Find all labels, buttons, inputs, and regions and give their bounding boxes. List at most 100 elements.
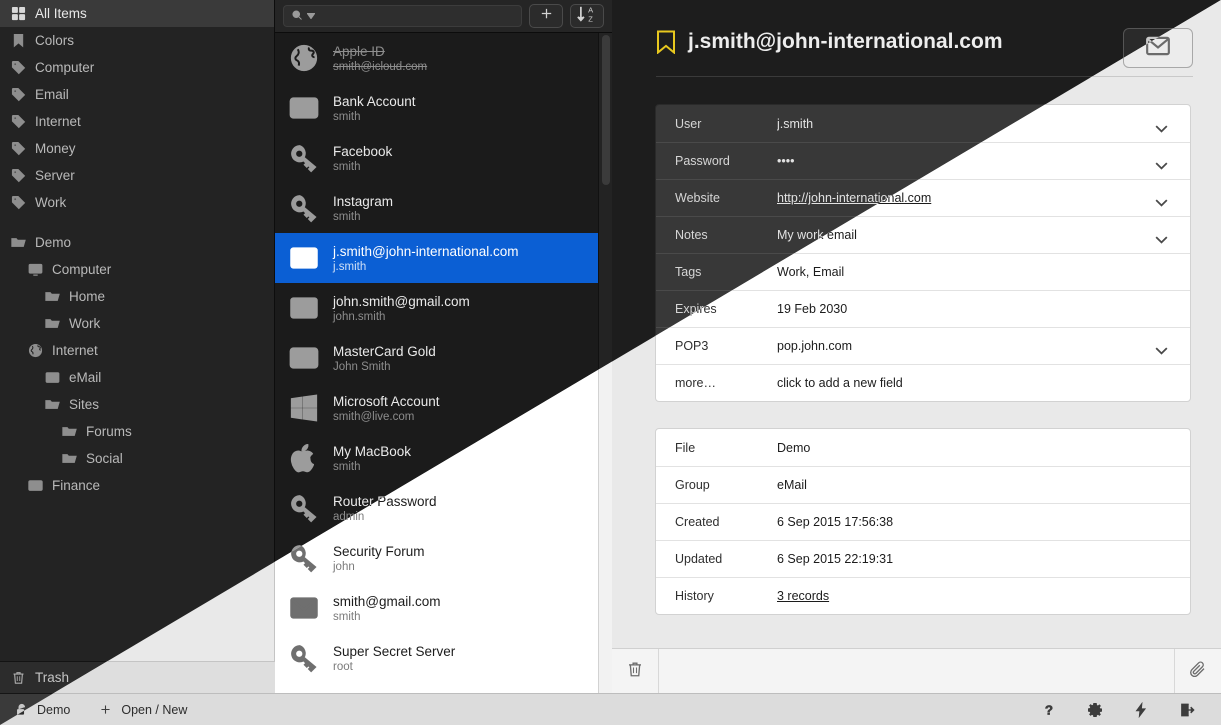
- sidebar-tag-label: Work: [35, 195, 67, 210]
- sidebar-group-label: Work: [69, 316, 101, 331]
- list-item-title: smith@gmail.com: [333, 593, 441, 609]
- sidebar-group-home[interactable]: Home: [0, 283, 274, 310]
- list-item[interactable]: Bank Account smith: [275, 83, 598, 133]
- key-icon: [287, 141, 321, 175]
- attachment-button[interactable]: [1174, 649, 1221, 693]
- search-icon: [291, 9, 303, 24]
- windows-icon: [287, 391, 321, 425]
- sidebar-group-demo[interactable]: Demo: [0, 229, 274, 256]
- bookmark-icon[interactable]: [656, 30, 676, 55]
- envelope-icon: [44, 369, 61, 386]
- sidebar-group-computer[interactable]: Computer: [0, 256, 274, 283]
- sidebar-tag-money[interactable]: Money: [0, 135, 274, 162]
- list-item[interactable]: Security Forum john: [275, 533, 598, 583]
- sidebar-group-internet[interactable]: Internet: [0, 337, 274, 364]
- metadata-value: Demo: [777, 440, 811, 455]
- list-item-title: john.smith@gmail.com: [333, 293, 470, 309]
- gear-icon[interactable]: [1086, 701, 1103, 718]
- chevron-down-icon[interactable]: [1155, 342, 1168, 355]
- list-item-title: Super Secret Server: [333, 643, 456, 659]
- paperclip-icon: [1189, 660, 1207, 683]
- sidebar-group-sites[interactable]: Sites: [0, 391, 274, 418]
- chevron-down-icon[interactable]: [1155, 194, 1168, 207]
- key-icon: [287, 491, 321, 525]
- list-scrollbar-thumb[interactable]: [602, 35, 610, 185]
- list-item-title: Bank Account: [333, 93, 416, 109]
- sidebar-group-social[interactable]: Social: [0, 445, 274, 472]
- folder-icon: [44, 288, 61, 305]
- list-item-subtitle: smith@icloud.com: [333, 60, 428, 73]
- sidebar-group-label: Finance: [52, 478, 101, 493]
- footer-spacer: [659, 649, 1174, 693]
- list-item[interactable]: Super Secret Server root: [275, 633, 598, 683]
- list-item[interactable]: smith@gmail.com smith: [275, 583, 598, 633]
- lightning-icon[interactable]: [1132, 701, 1149, 718]
- folder-icon: [61, 450, 78, 467]
- page-title: j.smith@john-international.com: [688, 30, 1003, 53]
- field-row[interactable]: Expires 19 Feb 2030: [656, 290, 1190, 327]
- globe-icon: [27, 342, 44, 359]
- list-item[interactable]: j.smith@john-international.com j.smith: [275, 233, 598, 283]
- metadata-value[interactable]: 3 records: [777, 589, 1190, 603]
- field-value[interactable]: click to add a new field: [777, 376, 1190, 390]
- field-value[interactable]: Work, Email: [777, 265, 1190, 279]
- field-row[interactable]: POP3 pop.john.com: [656, 327, 1190, 364]
- field-row[interactable]: more… click to add a new field: [656, 364, 1190, 401]
- sidebar-tag-all-items[interactable]: All Items: [0, 0, 274, 27]
- sidebar-group-label: Computer: [52, 262, 112, 277]
- list-item[interactable]: Instagram smith: [275, 183, 598, 233]
- sidebar-tag-server[interactable]: Server: [0, 162, 274, 189]
- sort-button[interactable]: A Z: [570, 4, 604, 28]
- logout-icon[interactable]: [1178, 701, 1195, 718]
- sidebar-group-label: eMail: [69, 370, 102, 385]
- list-item-subtitle: smith: [333, 160, 361, 173]
- sidebar-group-email[interactable]: eMail: [0, 364, 274, 391]
- monitor-icon: [27, 261, 44, 278]
- envelope-icon: [287, 591, 321, 625]
- list-item-title: j.smith@john-international.com: [333, 243, 519, 259]
- sidebar-group-label: Sites: [69, 397, 100, 412]
- list-item[interactable]: Facebook smith: [275, 133, 598, 183]
- sidebar-tag-computer[interactable]: Computer: [0, 54, 274, 81]
- key-icon: [287, 641, 321, 675]
- list-item-title: MasterCard Gold: [333, 343, 436, 359]
- envelope-icon: [287, 241, 321, 275]
- delete-item-button[interactable]: [612, 649, 659, 693]
- chevron-down-icon[interactable]: [1155, 157, 1168, 170]
- list-item-title: Facebook: [333, 143, 393, 159]
- list-item[interactable]: Apple ID smith@icloud.com: [275, 33, 598, 83]
- help-icon[interactable]: ?: [1040, 701, 1057, 718]
- sidebar-tag-label: Server: [35, 168, 75, 183]
- list-item-subtitle: smith: [333, 210, 361, 223]
- search-input[interactable]: [283, 5, 522, 27]
- folder-icon: [10, 234, 27, 251]
- sidebar-group-label: Social: [86, 451, 123, 466]
- open-new-button[interactable]: Open / New: [97, 701, 187, 718]
- add-item-button[interactable]: [529, 4, 563, 28]
- sidebar-tag-email[interactable]: Email: [0, 81, 274, 108]
- list-item[interactable]: MasterCard Gold John Smith: [275, 333, 598, 383]
- sidebar-scroll-area: All Items Colors Computer Email Internet: [0, 0, 274, 661]
- status-file-label: Demo: [37, 702, 71, 717]
- search-filter-caret-icon[interactable]: [306, 10, 316, 22]
- chevron-down-icon[interactable]: [1155, 120, 1168, 133]
- sidebar-group-finance[interactable]: Finance: [0, 472, 274, 499]
- sidebar-group-work[interactable]: Work: [0, 310, 274, 337]
- field-value[interactable]: My work email: [777, 228, 1190, 242]
- list-item[interactable]: john.smith@gmail.com john.smith: [275, 283, 598, 333]
- envelope-icon: [287, 291, 321, 325]
- sidebar-tag-internet[interactable]: Internet: [0, 108, 274, 135]
- tag-icon: [10, 140, 27, 157]
- field-value[interactable]: 19 Feb 2030: [777, 302, 1190, 316]
- grid-icon: [10, 5, 27, 22]
- sidebar-group-forums[interactable]: Forums: [0, 418, 274, 445]
- list-item-subtitle: smith: [333, 610, 361, 623]
- field-value[interactable]: pop.john.com: [777, 339, 1190, 353]
- folder-icon: [61, 423, 78, 440]
- tag-icon: [10, 86, 27, 103]
- list-item-subtitle: john: [333, 560, 355, 573]
- sidebar-tag-colors[interactable]: Colors: [0, 27, 274, 54]
- chevron-down-icon[interactable]: [1155, 231, 1168, 244]
- metadata-value: 6 Sep 2015 17:56:38: [777, 515, 894, 529]
- sidebar-tag-work[interactable]: Work: [0, 189, 274, 216]
